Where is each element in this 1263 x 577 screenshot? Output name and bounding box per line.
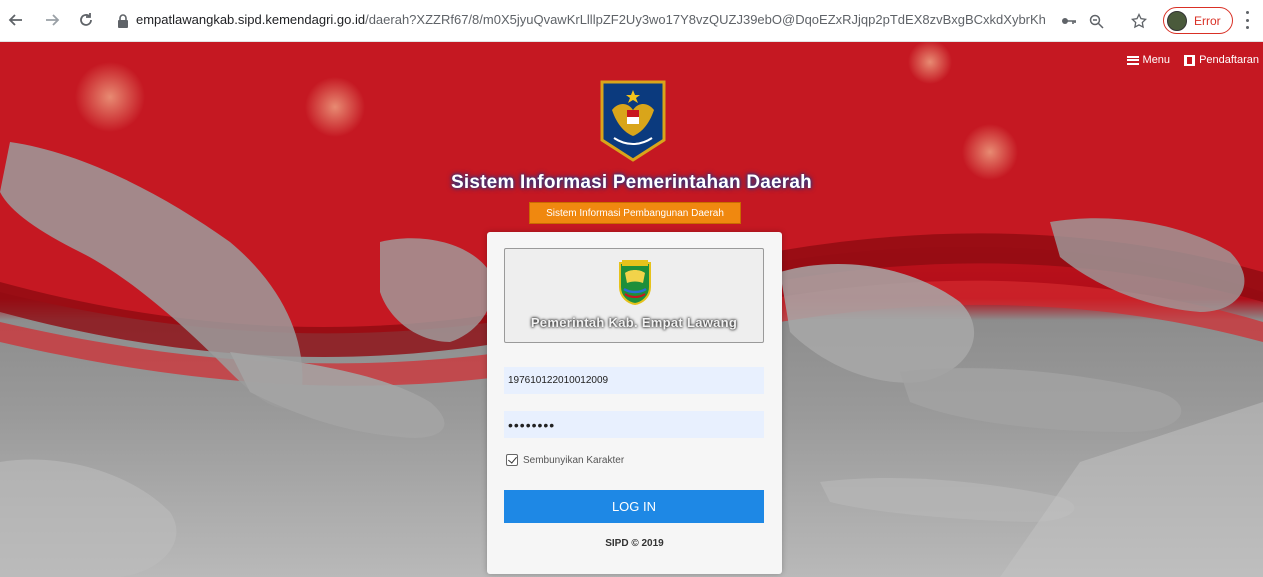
kemendagri-emblem-logo [600, 80, 666, 162]
region-logo-box: Pemerintah Kab. Empat Lawang [504, 248, 764, 343]
top-navigation: Menu Pendaftaran [1126, 54, 1263, 66]
menu-kebab-icon[interactable] [1244, 11, 1250, 29]
region-name: Pemerintah Kab. Empat Lawang [530, 315, 738, 330]
lock-icon[interactable] [117, 14, 129, 28]
hamburger-icon [1126, 55, 1139, 65]
password-input[interactable]: •••••••• [504, 411, 764, 438]
url-path: /daerah?XZZRf67/8/m0X5jyuQvawKrLlllpZF2U… [365, 12, 1046, 27]
browser-toolbar: empatlawangkab.sipd.kemendagri.go.id/dae… [0, 0, 1263, 42]
profile-status-label: Error [1194, 13, 1221, 28]
login-button[interactable]: LOG IN [504, 490, 764, 523]
hide-characters-option[interactable]: Sembunyikan Karakter [506, 454, 624, 466]
key-icon[interactable] [1058, 10, 1080, 32]
reload-icon[interactable] [74, 8, 98, 32]
back-arrow-icon[interactable] [4, 8, 28, 32]
login-page: Menu Pendaftaran Sistem Informasi Pemeri… [0, 42, 1263, 577]
copyright-text: SIPD © 2019 [605, 538, 664, 549]
menu-link[interactable]: Menu [1126, 54, 1171, 66]
register-link[interactable]: Pendaftaran [1184, 54, 1259, 66]
login-card: Pemerintah Kab. Empat Lawang 19761012201… [487, 232, 782, 574]
register-label: Pendaftaran [1199, 54, 1259, 66]
empat-lawang-logo [619, 260, 651, 305]
username-input[interactable]: 197610122010012009 [504, 367, 764, 394]
zoom-icon[interactable] [1085, 10, 1107, 32]
register-icon [1184, 54, 1196, 66]
page-title: Sistem Informasi Pemerintahan Daerah [451, 172, 812, 193]
forward-arrow-icon[interactable] [40, 8, 64, 32]
url-host: empatlawangkab.sipd.kemendagri.go.id [136, 12, 366, 27]
avatar [1167, 10, 1187, 31]
hide-characters-label: Sembunyikan Karakter [523, 454, 625, 466]
hide-characters-checkbox[interactable] [506, 454, 518, 466]
profile-error-button[interactable]: Error [1163, 7, 1233, 34]
star-icon[interactable] [1128, 10, 1150, 32]
menu-label: Menu [1142, 54, 1171, 66]
subtitle-badge[interactable]: Sistem Informasi Pembangunan Daerah [529, 202, 741, 224]
address-bar[interactable]: empatlawangkab.sipd.kemendagri.go.id/dae… [136, 12, 1046, 27]
